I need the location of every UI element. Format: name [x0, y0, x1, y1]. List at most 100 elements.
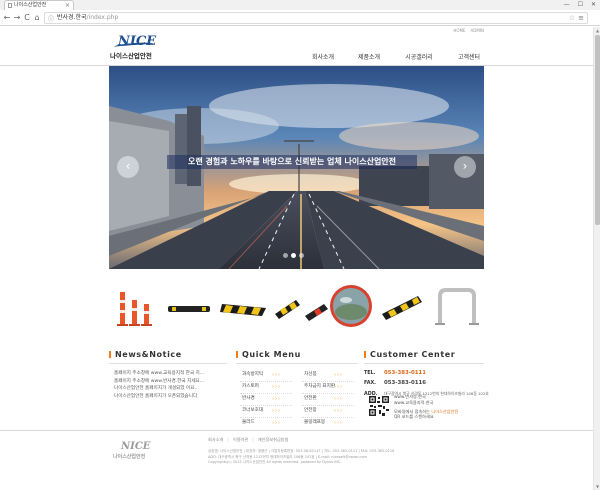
tel-number[interactable]: 053-383-0111 — [384, 370, 426, 376]
news-item[interactable]: 홈페이지 주소창에 www.반사경.한국 치세요... — [109, 378, 229, 386]
hero-dot[interactable] — [291, 253, 296, 258]
arrow-icon: ››› — [334, 420, 343, 426]
tab-title: 나이스산업안전 — [14, 2, 47, 8]
hero-slider[interactable]: 오랜 경험과 노하우를 바탕으로 신뢰받는 업체 나이스산업안전 ‹ › — [109, 66, 484, 269]
quick-link-label: 안전판 — [304, 396, 317, 401]
footer-divider — [0, 430, 593, 431]
nav-item-gallery[interactable]: 시공갤러리 — [392, 52, 446, 61]
arrow-icon: ››› — [272, 384, 281, 390]
fax-number: 053-383-0116 — [384, 380, 426, 386]
util-home-link[interactable]: HOME — [453, 28, 465, 33]
fax-row: FAX. 053-383-0116 — [364, 379, 489, 388]
home-icon[interactable]: ⌂ — [32, 12, 42, 24]
quick-link-label: 볼라드 — [242, 420, 255, 425]
scroll-thumb[interactable] — [595, 35, 600, 225]
title-accent — [236, 351, 238, 358]
quick-link[interactable]: 안전망 ››› — [298, 406, 360, 418]
address-bar[interactable]: ⓘ 반사경.한국/index.php ☆ ≡ — [44, 12, 588, 24]
u-barrier-image[interactable] — [432, 278, 482, 334]
news-title-text: News&Notice — [115, 350, 182, 359]
bookmark-star-icon[interactable]: ☆ — [569, 13, 575, 23]
page-scrollbar[interactable]: ▲ ▼ — [593, 27, 600, 490]
quick-menu-rule — [236, 363, 358, 364]
footer-links: 회사소개 | 이용약관 | 개인정보취급방침 — [208, 437, 289, 443]
speed-bump-image[interactable] — [218, 278, 270, 334]
footer-info: 상호명: 나이스산업안전 | 대표자: 정봉곤 | 사업자등록번호: 503-0… — [208, 449, 394, 466]
main-nav: 회사소개 제품소개 시공갤러리 고객센터 — [300, 52, 492, 61]
footer-copyright: Copyrights(c) 2015 나이스산업안전 All rights re… — [208, 460, 342, 464]
nav-item-support[interactable]: 고객센터 — [446, 52, 492, 61]
hero-prev-icon[interactable]: ‹ — [117, 156, 139, 178]
browser-menu-icon[interactable]: ≡ — [578, 13, 584, 23]
close-window-icon[interactable]: ✕ — [591, 0, 596, 10]
hero-dot[interactable] — [299, 253, 304, 258]
site-info-icon[interactable]: ⓘ — [48, 14, 54, 23]
quick-link[interactable]: 안전판 ››› — [298, 394, 360, 406]
footer-separator: | — [252, 437, 254, 442]
qr-info: www.반사경.한국 www.교육용지적.한국 모바일에서 접속하는 나이스산업… — [394, 394, 458, 420]
nav-item-company[interactable]: 회사소개 — [300, 52, 346, 61]
hero-pagination — [283, 253, 304, 258]
quick-link[interactable]: 주차금지 표지판 ››› — [298, 382, 360, 394]
quick-link-label: 볼링래프봉 — [304, 420, 326, 425]
news-box: News&Notice 홈페이지 주소창에 www.교육용지적 한국 치... … — [109, 350, 229, 400]
quick-link[interactable]: 볼라드 ››› — [236, 418, 298, 430]
news-title[interactable]: News&Notice — [109, 350, 229, 359]
browser-tabstrip: 나이스산업안전 × — ☐ ✕ — [0, 0, 600, 10]
hero-dot[interactable] — [283, 253, 288, 258]
footer-logo-name: 나이스산업안전 — [113, 454, 146, 460]
close-tab-icon[interactable]: × — [65, 1, 70, 10]
news-list: 홈페이지 주소창에 www.교육용지적 한국 치... 홈페이지 주소창에 ww… — [109, 370, 229, 400]
scroll-down-icon[interactable]: ▼ — [594, 483, 600, 490]
nav-item-products[interactable]: 제품소개 — [346, 52, 392, 61]
fax-label: FAX. — [364, 381, 376, 386]
footer-logo[interactable]: NICE 나이스산업안전 — [113, 441, 158, 463]
footer-separator: | — [227, 437, 229, 442]
quick-link-label: 반사경 — [242, 396, 255, 401]
forward-icon[interactable]: → — [12, 12, 22, 24]
title-accent — [364, 351, 366, 358]
scroll-up-icon[interactable]: ▲ — [594, 27, 600, 34]
reload-icon[interactable]: C — [22, 12, 32, 24]
convex-mirror-image[interactable] — [328, 278, 374, 334]
wheel-guard-image[interactable] — [378, 278, 426, 334]
footer-link-company[interactable]: 회사소개 — [208, 437, 223, 443]
url-path: /index.php — [86, 14, 119, 21]
quick-link[interactable]: 차선봉 ››› — [298, 370, 360, 382]
quick-link[interactable]: 과속방지턱 ››› — [236, 370, 298, 382]
browser-toolbar: ← → C ⌂ ⓘ 반사경.한국/index.php ☆ ≡ — [0, 10, 600, 26]
minimize-icon[interactable]: — — [564, 0, 570, 10]
utility-links: HOME ADMIN — [453, 28, 484, 33]
parking-stopper-image[interactable] — [272, 278, 302, 334]
quick-link[interactable]: 카스토퍼 ››› — [236, 382, 298, 394]
footer-link-privacy[interactable]: 개인정보취급방침 — [258, 437, 289, 443]
quick-link[interactable]: 코너보호대 ››› — [236, 406, 298, 418]
quick-link[interactable]: 볼링래프봉 ››› — [298, 418, 360, 430]
product-strip — [110, 278, 484, 334]
qr-code-image — [368, 395, 390, 417]
curb-stopper-image[interactable] — [164, 278, 214, 334]
browser-tab[interactable]: 나이스산업안전 × — [4, 0, 74, 10]
quick-link[interactable]: 반사경 ››› — [236, 394, 298, 406]
qr-url-line[interactable]: www.교육용지적.한국 — [394, 400, 458, 406]
maximize-icon[interactable]: ☐ — [578, 0, 583, 10]
back-icon[interactable]: ← — [2, 12, 12, 24]
news-item[interactable]: 홈페이지 주소창에 www.교육용지적 한국 치... — [109, 370, 229, 378]
footer-logo-brand: NICE — [121, 441, 151, 452]
hero-next-icon[interactable]: › — [454, 156, 476, 178]
footer-link-terms[interactable]: 이용약관 — [233, 437, 248, 443]
quick-link-label: 카스토퍼 — [242, 384, 259, 389]
news-item[interactable]: 나이스산업안전 홈페이지가 개설되었 어요... — [109, 385, 229, 393]
traffic-cones-image[interactable] — [114, 278, 160, 334]
quick-link-label: 코너보호대 — [242, 408, 264, 413]
customer-center-box: Customer Center TEL. 053-383-0111 FAX. 053… — [364, 350, 489, 398]
quick-link-label: 주차금지 표지판 — [304, 384, 336, 389]
quick-link-label: 과속방지턱 — [242, 372, 264, 377]
util-admin-link[interactable]: ADMIN — [471, 28, 484, 33]
news-item[interactable]: 나이스산업안전 홈페이지가 오픈되었습니다 — [109, 393, 229, 401]
logo-name: 나이스산업안전 — [110, 52, 152, 60]
news-rule — [109, 363, 227, 364]
customer-center-rule — [364, 363, 484, 364]
site-logo[interactable]: NICE 나이스산업안전 — [110, 34, 162, 62]
url-text[interactable]: 반사경.한국/index.php — [57, 13, 118, 23]
